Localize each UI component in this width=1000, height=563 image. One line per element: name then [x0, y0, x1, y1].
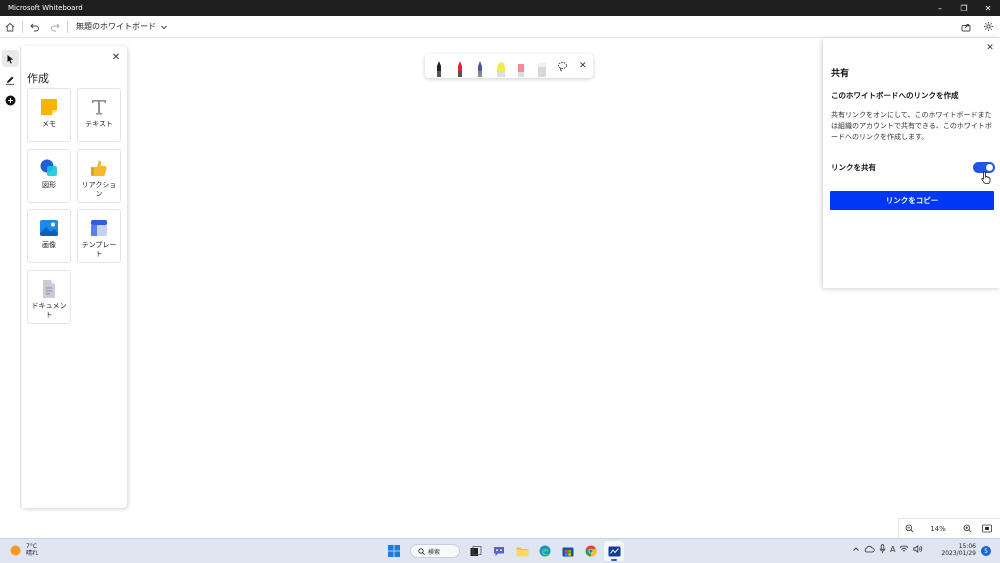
add-icon [5, 95, 15, 106]
create-tile-label: ドキュメント [31, 302, 67, 319]
create-panel: ✕ 作成 メモ テキスト 図形 リアクション 画像 テンプレート ドキュメント [22, 46, 127, 508]
maximize-button[interactable]: ❐ [952, 0, 976, 16]
cursor-icon [7, 54, 13, 63]
create-tile-label: 画像 [42, 241, 56, 249]
yellow-highlighter[interactable] [491, 54, 512, 78]
text-icon [89, 97, 109, 117]
undo-icon[interactable] [25, 17, 45, 37]
chevron-up-icon[interactable] [852, 545, 860, 553]
edge-browser-icon[interactable] [535, 541, 555, 561]
home-icon[interactable] [0, 17, 20, 37]
gear-icon[interactable] [978, 17, 998, 37]
board-name-dropdown[interactable]: 無題のホワイトボード [76, 21, 168, 32]
microphone-icon[interactable] [879, 544, 886, 554]
create-tile-note[interactable]: メモ [27, 88, 71, 142]
close-window-button[interactable]: ✕ [976, 0, 1000, 16]
template-icon [89, 218, 109, 238]
image-icon [39, 218, 59, 238]
teams-chat-icon[interactable] [489, 541, 509, 561]
create-tile-image[interactable]: 画像 [27, 209, 71, 263]
onedrive-cloud-icon[interactable] [864, 545, 875, 553]
close-share-panel-button[interactable]: ✕ [984, 42, 996, 54]
create-tile-shape[interactable]: 図形 [27, 149, 71, 203]
red-pen[interactable] [450, 54, 471, 78]
notification-badge[interactable]: 5 [981, 546, 991, 556]
create-tile-label: メモ [42, 120, 56, 128]
share-panel-title: 共有 [831, 69, 850, 79]
zoom-out-icon[interactable] [899, 519, 919, 539]
create-tile-reaction[interactable]: リアクション [77, 149, 121, 203]
hand-cursor-icon [981, 171, 991, 184]
copy-link-button[interactable]: リンクをコピー [830, 191, 994, 210]
thumbs-up-icon [89, 158, 109, 178]
redo-icon[interactable] [45, 17, 65, 37]
system-tray: A [852, 544, 923, 554]
create-panel-title: 作成 [27, 72, 49, 85]
windows-logo-icon [388, 545, 400, 557]
weather-temp: 7°C [26, 543, 38, 550]
share-panel-description: 共有リンクをオンにして、このホワイトボードまたは組織のアカウントで共有できる、こ… [831, 111, 992, 141]
document-icon [39, 279, 59, 299]
create-tile-label: 図形 [42, 181, 56, 189]
minimize-button[interactable]: – [928, 0, 952, 16]
zoom-in-icon[interactable] [957, 519, 977, 539]
taskbar: 7°C 晴れ 検索 A 15:06 2023/01/29 5 [0, 538, 1000, 563]
search-icon [418, 547, 425, 555]
share-panel-subtitle: このホワイトボードへのリンクを作成 [831, 91, 959, 100]
blue-pen[interactable] [470, 54, 491, 78]
fit-to-screen-icon[interactable] [977, 519, 997, 539]
zoom-bar: 14% [898, 518, 1000, 538]
share-link-label: リンクを共有 [831, 163, 876, 172]
task-view-icon[interactable] [466, 541, 486, 561]
close-create-panel-button[interactable]: ✕ [110, 51, 122, 63]
share-icon[interactable] [956, 17, 976, 37]
create-button[interactable] [2, 92, 19, 109]
speaker-icon[interactable] [913, 545, 923, 553]
create-tile-label: テンプレート [81, 241, 117, 258]
black-pen[interactable] [429, 54, 450, 78]
pink-highlighter[interactable] [511, 54, 532, 78]
microsoft-store-icon[interactable] [558, 541, 578, 561]
file-explorer-icon[interactable] [512, 541, 532, 561]
chevron-down-icon [161, 25, 167, 29]
pen-toolbar: ✕ [425, 54, 593, 78]
shapes-icon [39, 158, 59, 178]
pen-icon [6, 76, 14, 85]
board-name: 無題のホワイトボード [76, 22, 156, 31]
taskbar-clock[interactable]: 15:06 2023/01/29 [940, 543, 976, 557]
app-toolbar: 無題のホワイトボード [0, 16, 1000, 38]
create-tile-label: テキスト [85, 120, 113, 128]
create-tile-text[interactable]: テキスト [77, 88, 121, 142]
left-rail [0, 46, 21, 508]
clock-date: 2023/01/29 [941, 550, 976, 557]
window-title: Microsoft Whiteboard [8, 4, 83, 12]
weather-widget[interactable]: 7°C 晴れ [10, 543, 38, 557]
whiteboard-app-icon[interactable] [604, 541, 624, 561]
share-panel: ✕ 共有 このホワイトボードへのリンクを作成 共有リンクをオンにして、このホワイ… [823, 38, 1000, 288]
create-tile-template[interactable]: テンプレート [77, 209, 121, 263]
close-pen-toolbar-button[interactable]: ✕ [573, 54, 594, 78]
select-tool-button[interactable] [1, 50, 19, 67]
wifi-icon[interactable] [899, 545, 909, 553]
sun-icon [10, 545, 21, 555]
lasso-select-icon[interactable] [552, 54, 573, 78]
weather-desc: 晴れ [26, 550, 39, 557]
eraser[interactable] [532, 54, 553, 78]
title-bar: Microsoft Whiteboard – ❐ ✕ [0, 0, 1000, 16]
ime-indicator[interactable]: A [890, 545, 895, 554]
start-button[interactable] [384, 541, 404, 561]
taskbar-search[interactable]: 検索 [410, 544, 460, 558]
toolbar-divider [67, 20, 68, 33]
create-tile-label: リアクション [81, 181, 117, 198]
search-label: 検索 [428, 548, 441, 556]
toggle-knob [986, 164, 993, 171]
sticky-note-icon [39, 97, 59, 117]
zoom-level[interactable]: 14% [919, 525, 957, 533]
clock-time: 15:06 [958, 543, 976, 550]
toolbar-divider [22, 20, 23, 33]
inking-tool-button[interactable] [2, 71, 19, 88]
chrome-browser-icon[interactable] [581, 541, 601, 561]
create-tile-document[interactable]: ドキュメント [27, 270, 71, 324]
